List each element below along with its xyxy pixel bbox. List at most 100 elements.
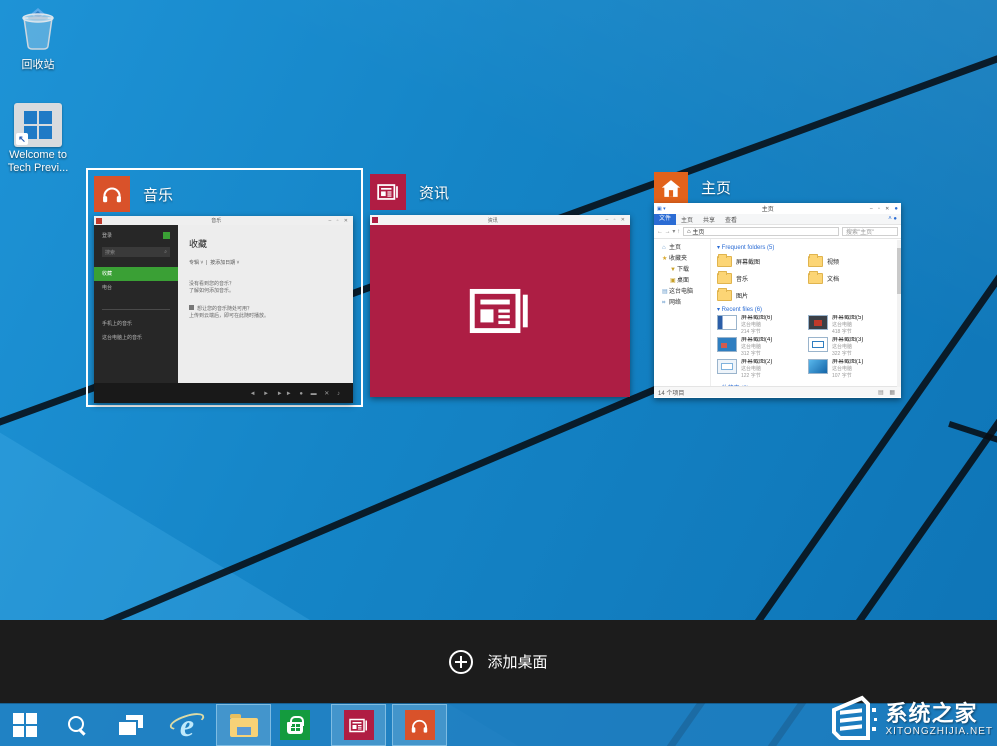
folder-item[interactable]: 视频 [808, 253, 899, 270]
explorer-nav-pane: ⌂主页 ★收藏夹 ▼下载 ▣桌面 [654, 239, 711, 386]
folder-item[interactable]: 图片 [717, 287, 808, 304]
news-app-button[interactable] [331, 704, 386, 746]
nav-item[interactable]: ⌗网络 [654, 298, 710, 309]
nav-arrows[interactable]: ← → ▾ ↑ [657, 228, 680, 235]
shortcut-arrow-icon: ↖ [16, 133, 28, 145]
ribbon-tab[interactable]: 主页 [676, 215, 698, 224]
explorer-window-thumbnail[interactable]: ▣ ▾ 主页 ‒ ▫ ✕ ● 文件 主页 共享 查看 ˄ ● ← → ▾ ↑ [654, 203, 901, 398]
music-sidebar-item[interactable]: 电台 [94, 281, 178, 295]
nav-item[interactable]: ⌂主页 [654, 243, 710, 254]
ribbon-tab[interactable]: 文件 [654, 214, 676, 225]
quick-access-toolbar[interactable]: ▣ ▾ [657, 206, 666, 212]
player-controls-icons[interactable]: ◄ ► ►► ● ▬ ✕ ♪ [250, 390, 343, 397]
store-icon [280, 710, 310, 740]
folder-icon [717, 256, 732, 267]
help-icon[interactable]: ● [894, 206, 898, 212]
window-controls[interactable]: ‒ ▫ ✕ [328, 218, 350, 224]
music-filters[interactable]: 专辑 ˅ | 按添加日期 ˅ [189, 259, 239, 266]
start-button[interactable] [0, 704, 50, 746]
file-thumbnail [717, 315, 737, 330]
nav-item-icon: ⌂ [662, 243, 669, 254]
nav-item[interactable]: ▤这台电脑 [654, 287, 710, 298]
file-explorer-icon [230, 718, 258, 737]
music-content-heading: 收藏 [189, 237, 207, 250]
internet-explorer-icon: e [170, 708, 204, 742]
explorer-search-input[interactable]: 搜索"主页" [842, 227, 898, 236]
recent-file-item[interactable]: 屏幕截图(1) 这台电脑 107 字节 [808, 359, 899, 380]
recent-file-item[interactable]: 屏幕截图(3) 这台电脑 322 字节 [808, 337, 899, 358]
news-window-thumbnail[interactable]: 资讯 ‒ ▫ ✕ [370, 215, 630, 397]
ribbon-tab[interactable]: 共享 [698, 215, 720, 224]
window-controls[interactable]: ‒ ▫ ✕ [870, 206, 892, 212]
folder-icon [808, 256, 823, 267]
search-icon [66, 714, 88, 736]
tile-label: 音乐 [143, 184, 173, 205]
nav-item[interactable]: ▣桌面 [654, 276, 710, 287]
music-window-thumbnail[interactable]: 音乐 ‒ ▫ ✕ 登录 搜索 ⌕ 收藏 [94, 216, 353, 403]
recent-file-item[interactable]: 屏幕截图(4) 这台电脑 312 字节 [717, 337, 808, 358]
nav-item-icon: ▼ [670, 265, 677, 276]
desktop-icon-welcome[interactable]: ↖ Welcome to Tech Previ... [0, 103, 76, 175]
internet-explorer-button[interactable]: e [158, 704, 216, 746]
music-sidebar-item[interactable]: 这台电脑上的音乐 [94, 331, 178, 345]
task-view-tile-home[interactable]: 主页 ▣ ▾ 主页 ‒ ▫ ✕ ● 文件 主页 共享 查看 ˄ ● [654, 172, 904, 400]
recent-file-item[interactable]: 屏幕截图(2) 这台电脑 122 字节 [717, 359, 808, 380]
ribbon-tab[interactable]: 查看 [720, 215, 742, 224]
nav-item-icon: ▣ [670, 276, 677, 287]
explorer-titlebar: ▣ ▾ 主页 ‒ ▫ ✕ ● [654, 203, 901, 214]
task-view-tile-music[interactable]: 音乐 音乐 ‒ ▫ ✕ 登录 搜索 ⌕ [86, 168, 363, 407]
explorer-window-title: 主页 [666, 204, 870, 213]
nav-item[interactable]: ★收藏夹 [654, 254, 710, 265]
music-sidebar-item[interactable]: 手机上的音乐 [94, 317, 178, 331]
music-player-bar[interactable]: ◄ ► ►► ● ▬ ✕ ♪ [94, 383, 353, 403]
group-header-frequent[interactable]: ▾ Frequent folders (5) [717, 244, 899, 251]
file-thumbnail [808, 359, 828, 374]
nav-item-icon: ★ [662, 254, 669, 265]
folder-icon [808, 273, 823, 284]
music-account-row[interactable]: 登录 [102, 232, 170, 239]
folder-icon [717, 290, 732, 301]
search-icon: ⌕ [164, 249, 167, 255]
house-icon [654, 172, 688, 206]
scrollbar[interactable] [897, 240, 901, 387]
folder-icon [717, 273, 732, 284]
task-view-button[interactable] [104, 704, 158, 746]
search-button[interactable] [50, 704, 104, 746]
news-window-title: 资讯 [380, 217, 605, 224]
group-header-favorites[interactable]: ▾ 收藏夹 (2) [717, 383, 899, 386]
music-titlebar: 音乐 ‒ ▫ ✕ [94, 216, 353, 225]
nav-item-icon: ⌗ [662, 298, 669, 309]
windows-logo-icon [13, 713, 37, 737]
recent-file-item[interactable]: 屏幕截图(6) 这台电脑 214 字节 [717, 315, 808, 336]
explorer-content: ▾ Frequent folders (5) 屏幕截图 视频 [711, 239, 901, 386]
window-controls[interactable]: ‒ ▫ ✕ [605, 217, 627, 223]
add-desktop-label: 添加桌面 [487, 651, 547, 672]
desktop-icon-recycle-bin[interactable]: 回收站 [0, 6, 76, 72]
folder-item[interactable]: 音乐 [717, 270, 808, 287]
file-thumbnail [808, 315, 828, 330]
folder-item[interactable]: 屏幕截图 [717, 253, 808, 270]
task-view-tile-news[interactable]: 资讯 资讯 ‒ ▫ ✕ [370, 172, 632, 398]
music-window-title: 音乐 [104, 217, 328, 224]
address-bar: ← → ▾ ↑ ⌂ 主页 搜索"主页" [654, 225, 901, 239]
file-explorer-button[interactable] [216, 704, 271, 746]
task-view-icon [119, 715, 143, 735]
music-app-button[interactable] [392, 704, 447, 746]
store-button[interactable] [271, 704, 319, 746]
folder-item[interactable]: 文档 [808, 270, 899, 287]
group-header-recent[interactable]: ▾ Recent files (6) [717, 306, 899, 313]
newspaper-splash-icon [469, 288, 531, 334]
xitongzhijia-logo [828, 694, 880, 744]
music-sidebar-item[interactable]: 收藏 [94, 267, 178, 281]
music-search-box[interactable]: 搜索 ⌕ [102, 247, 170, 257]
news-app-small-icon [372, 217, 378, 223]
nav-item[interactable]: ▼下载 [654, 265, 710, 276]
breadcrumb[interactable]: ⌂ 主页 [683, 227, 839, 236]
news-splash [370, 225, 630, 397]
add-desktop-button[interactable]: 添加桌面 [449, 650, 547, 674]
headphones-icon [405, 710, 435, 740]
newspaper-icon [370, 174, 406, 210]
view-toggle-icons[interactable]: ▤ ▦ [878, 389, 897, 396]
recent-file-item[interactable]: 屏幕截图(5) 这台电脑 418 字节 [808, 315, 899, 336]
ribbon-minimize-icon[interactable]: ˄ ● [888, 216, 897, 222]
